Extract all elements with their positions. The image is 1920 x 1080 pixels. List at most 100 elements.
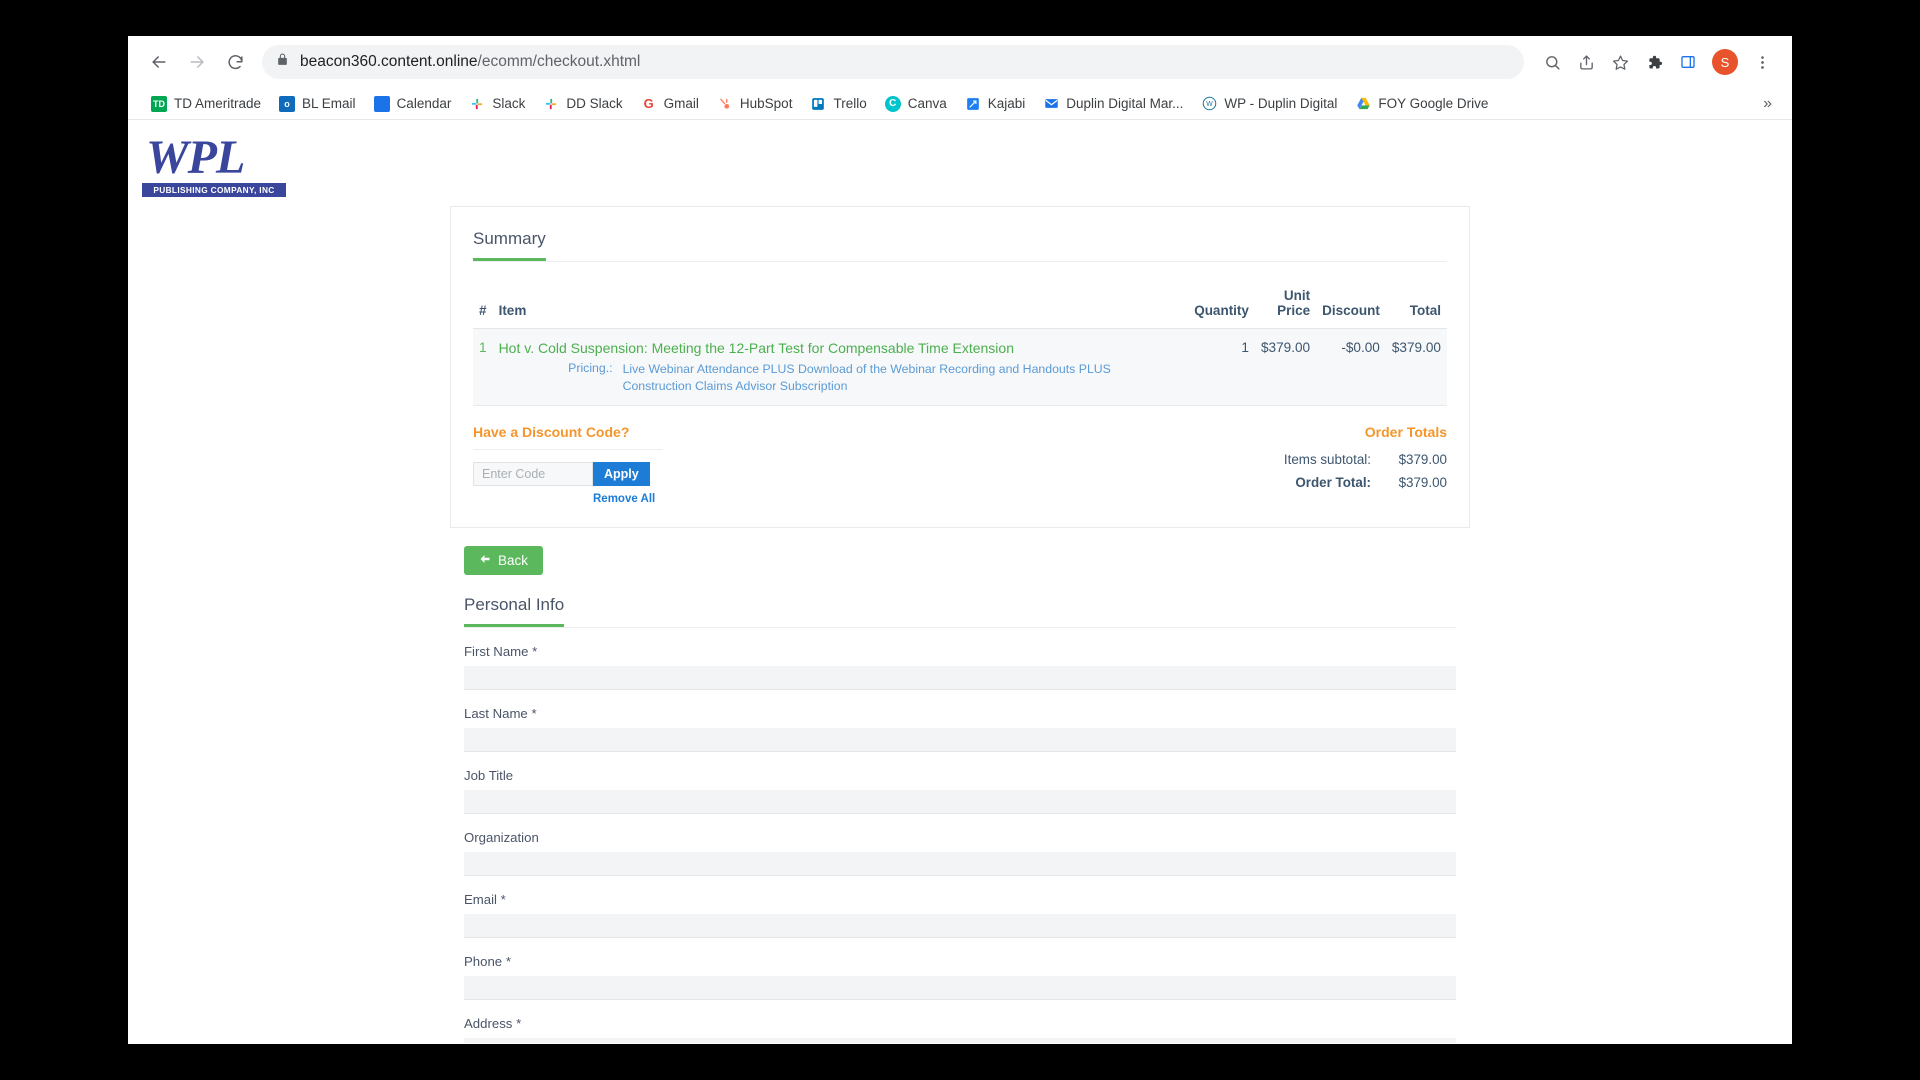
browser-toolbar: beacon360.content.online/ecomm/checkout.… — [128, 36, 1792, 88]
bookmarks-bar: TD TD Ameritrade o BL Email Calendar Sla… — [128, 88, 1792, 120]
bookmark-slack[interactable]: Slack — [460, 93, 534, 115]
bookmark-canva[interactable]: C Canva — [876, 93, 956, 115]
field-label: Email * — [464, 892, 506, 908]
item-title-link[interactable]: Hot v. Cold Suspension: Meeting the 12-P… — [499, 340, 1014, 356]
order-totals-heading: Order Totals — [1364, 424, 1447, 441]
lock-icon — [276, 53, 289, 71]
discount-and-totals-row: Have a Discount Code? Apply Remove All O… — [473, 405, 1447, 527]
bookmark-gmail[interactable]: G Gmail — [632, 93, 708, 115]
site-header: WPL PUBLISHING COMPANY, INC — [128, 120, 1792, 206]
svg-text:W: W — [1206, 101, 1213, 108]
slack-icon — [469, 96, 485, 112]
bookmark-wp-duplin-digital[interactable]: W WP - Duplin Digital — [1192, 93, 1346, 115]
bookmark-label: Calendar — [396, 96, 452, 111]
personal-info-title: Personal Info — [464, 595, 565, 628]
field-label: Last Name * — [464, 706, 537, 722]
order-total-line: Items subtotal: $379.00 — [1147, 452, 1447, 467]
bookmark-duplin-digital-mar[interactable]: Duplin Digital Mar... — [1034, 93, 1192, 115]
row-discount: -$0.00 — [1316, 328, 1386, 406]
wpl-logo[interactable]: WPL PUBLISHING COMPANY, INC — [142, 134, 286, 197]
required-marker: * — [500, 892, 506, 908]
pricing-value: Live Webinar Attendance PLUS Download of… — [622, 362, 1111, 393]
bookmark-label: Canva — [907, 96, 947, 111]
row-total: $379.00 — [1385, 328, 1447, 406]
job-title-input[interactable] — [464, 790, 1456, 815]
subtotal-amount: $379.00 — [1398, 452, 1447, 468]
url-host: beacon360.content.online — [300, 53, 478, 70]
summary-table-body: 1 Hot v. Cold Suspension: Meeting the 12… — [473, 328, 1447, 406]
avatar[interactable]: S — [1712, 49, 1738, 75]
row-unit-price: $379.00 — [1254, 328, 1317, 406]
last-name-input[interactable] — [464, 728, 1456, 753]
url-text: beacon360.content.online/ecomm/checkout.… — [300, 53, 640, 71]
bookmark-hubspot[interactable]: HubSpot — [708, 93, 802, 115]
page-content: WPL PUBLISHING COMPANY, INC Summary # It… — [128, 120, 1792, 1043]
bookmark-trello[interactable]: Trello — [801, 93, 875, 115]
discount-section: Have a Discount Code? Apply Remove All — [473, 424, 773, 505]
back-button-page[interactable]: Back — [464, 546, 544, 576]
email-input[interactable] — [464, 914, 1456, 939]
discount-code-input[interactable] — [473, 462, 593, 487]
forward-button[interactable] — [180, 45, 214, 79]
organization-input[interactable] — [464, 852, 1456, 877]
side-panel-icon[interactable] — [1672, 46, 1704, 78]
phone-input[interactable] — [464, 976, 1456, 1001]
personal-info-section: Personal Info First Name * Last Name * J… — [450, 595, 1470, 1043]
field-address: Address * — [464, 1016, 1456, 1043]
search-icon[interactable] — [1536, 46, 1568, 78]
gmail-icon: G — [643, 96, 654, 111]
remove-all-link[interactable]: Remove All — [593, 493, 773, 505]
google-drive-icon — [1355, 96, 1371, 112]
required-marker: * — [516, 1016, 522, 1032]
bookmark-label: DD Slack — [566, 96, 623, 111]
order-totals-section: Order Totals Items subtotal: $379.00 Ord… — [1147, 424, 1447, 505]
order-total-label: Order Total: — [1295, 475, 1371, 491]
bookmark-foy-google-drive[interactable]: FOY Google Drive — [1346, 93, 1497, 115]
bookmark-label: Slack — [492, 96, 526, 111]
three-dot-menu-icon[interactable] — [1746, 46, 1778, 78]
field-label: Job Title — [464, 768, 514, 784]
star-icon[interactable] — [1604, 46, 1636, 78]
col-quantity: Quantity — [1180, 278, 1255, 329]
reload-button[interactable] — [218, 45, 252, 79]
bookmark-bl-email[interactable]: o BL Email — [270, 93, 365, 115]
bookmark-label: HubSpot — [739, 96, 793, 111]
required-marker: * — [505, 954, 511, 970]
col-total: Total — [1385, 278, 1447, 329]
calendar-icon — [373, 95, 390, 112]
apply-discount-button[interactable]: Apply — [593, 462, 650, 487]
required-marker: * — [531, 706, 537, 722]
table-row: 1 Hot v. Cold Suspension: Meeting the 12… — [473, 328, 1447, 406]
address-input[interactable] — [464, 1038, 1456, 1043]
bookmark-td-ameritrade[interactable]: TD TD Ameritrade — [142, 93, 270, 115]
share-icon[interactable] — [1570, 46, 1602, 78]
order-total-amount: $379.00 — [1398, 475, 1447, 491]
toolbar-actions: S — [1536, 46, 1778, 78]
bookmark-dd-slack[interactable]: DD Slack — [534, 93, 631, 115]
summary-table-head: # Item Quantity Unit Price Discount Tota… — [473, 278, 1447, 329]
bookmark-label: TD Ameritrade — [174, 96, 262, 111]
arrow-left-icon — [479, 553, 491, 568]
field-job-title: Job Title — [464, 768, 1456, 815]
bookmark-kajabi[interactable]: Kajabi — [956, 93, 1035, 115]
order-total-line: Order Total: $379.00 — [1147, 475, 1447, 490]
puzzle-icon[interactable] — [1638, 46, 1670, 78]
field-email: Email * — [464, 892, 1456, 939]
field-label: First Name * — [464, 644, 538, 660]
bookmark-label: Kajabi — [987, 96, 1026, 111]
col-unit-price: Unit Price — [1254, 278, 1317, 329]
address-bar[interactable]: beacon360.content.online/ecomm/checkout.… — [262, 45, 1524, 79]
discount-heading: Have a Discount Code? — [473, 424, 663, 451]
back-button-label: Back — [498, 553, 529, 569]
back-button[interactable] — [142, 45, 176, 79]
col-discount: Discount — [1316, 278, 1386, 329]
bookmarks-overflow-button[interactable]: » — [1757, 95, 1778, 113]
url-path: /ecomm/checkout.xhtml — [477, 53, 641, 70]
table-header-row: # Item Quantity Unit Price Discount Tota… — [473, 278, 1447, 329]
field-label: Address * — [464, 1016, 522, 1032]
slack-icon — [543, 96, 559, 112]
field-organization: Organization — [464, 830, 1456, 877]
first-name-input[interactable] — [464, 666, 1456, 691]
bookmark-calendar[interactable]: Calendar — [365, 93, 461, 115]
row-index: 1 — [473, 328, 493, 406]
